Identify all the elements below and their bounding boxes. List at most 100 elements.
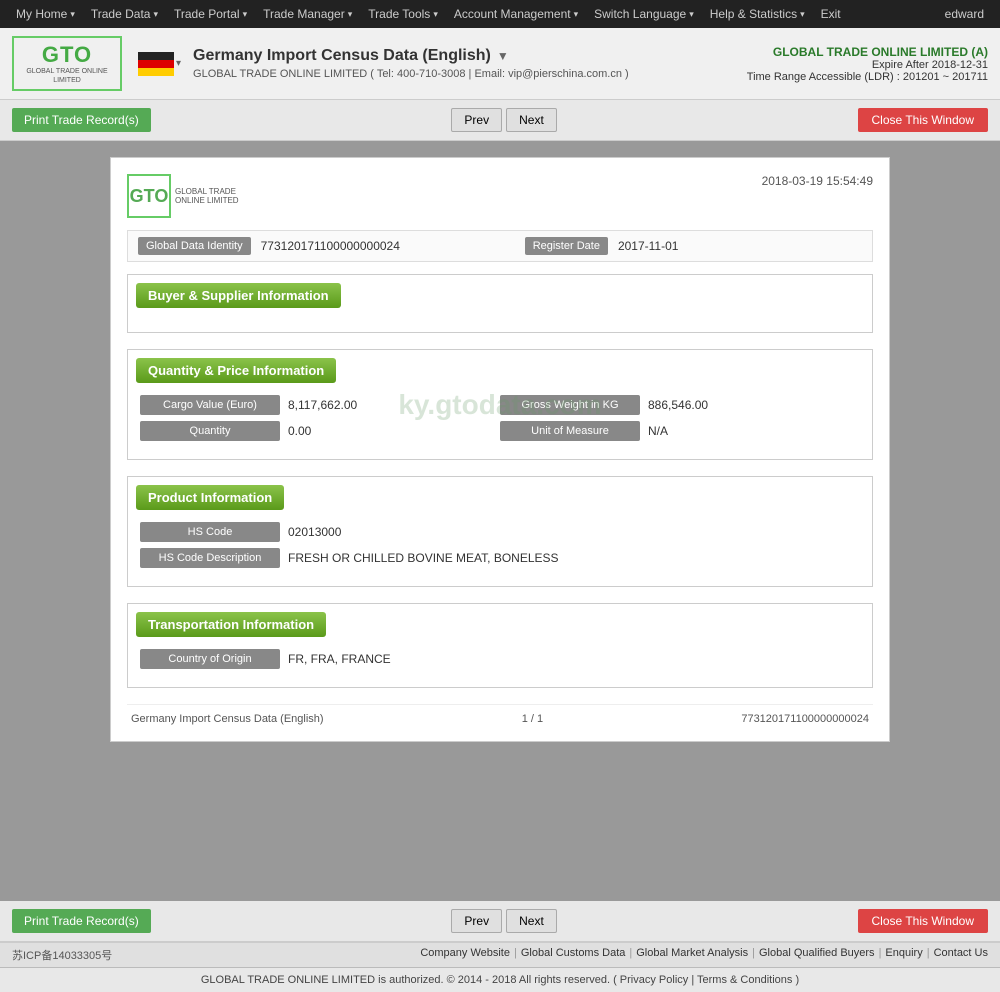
chevron-down-icon: ▾ [574, 9, 579, 20]
nav-trade-manager[interactable]: Trade Manager ▾ [255, 0, 360, 28]
close-button-top[interactable]: Close This Window [858, 108, 988, 132]
country-origin-field-row: Country of Origin FR, FRA, FRANCE [140, 649, 860, 669]
card-logo-subtitle: GLOBAL TRADEONLINE LIMITED [175, 187, 239, 205]
country-origin-label: Country of Origin [140, 649, 280, 669]
next-button-bottom[interactable]: Next [506, 909, 557, 933]
next-button-top[interactable]: Next [506, 108, 557, 132]
quantity-price-header: Quantity & Price Information [136, 358, 336, 383]
country-origin-value: FR, FRA, FRANCE [288, 652, 860, 666]
hs-code-desc-field-row: HS Code Description FRESH OR CHILLED BOV… [140, 548, 860, 568]
logo-text: GTO [42, 42, 92, 68]
top-navigation: My Home ▾ Trade Data ▾ Trade Portal ▾ Tr… [0, 0, 1000, 28]
company-logo: GTO GLOBAL TRADE ONLINE LIMITED [12, 36, 122, 91]
buyer-supplier-content [128, 316, 872, 332]
quantity-value: 0.00 [288, 424, 500, 438]
product-content: HS Code 02013000 HS Code Description FRE… [128, 518, 872, 586]
company-name: GLOBAL TRADE ONLINE LIMITED (A) [747, 45, 988, 59]
register-date-value: 2017-11-01 [618, 239, 862, 253]
germany-flag [138, 52, 174, 76]
nav-account-management[interactable]: Account Management ▾ [446, 0, 586, 28]
header-bar: GTO GLOBAL TRADE ONLINE LIMITED ▾ German… [0, 28, 1000, 100]
global-data-identity-value: 773120171100000000024 [261, 239, 505, 253]
footer-link-company[interactable]: Company Website [420, 947, 510, 960]
close-button-bottom[interactable]: Close This Window [858, 909, 988, 933]
global-data-identity-label: Global Data Identity [138, 237, 251, 255]
pagination-buttons-bottom: Prev Next [451, 909, 556, 933]
header-title-area: Germany Import Census Data (English) ▼ G… [193, 47, 747, 80]
user-account: edward [937, 7, 992, 21]
nav-trade-tools[interactable]: Trade Tools ▾ [360, 0, 446, 28]
hs-code-value: 02013000 [288, 525, 860, 539]
footer-left: Germany Import Census Data (English) [131, 713, 324, 725]
print-button-top[interactable]: Print Trade Record(s) [12, 108, 151, 132]
unit-of-measure-field: Unit of Measure N/A [500, 421, 860, 441]
record-card: GTO GLOBAL TRADEONLINE LIMITED 2018-03-1… [110, 157, 890, 742]
header-right-info: GLOBAL TRADE ONLINE LIMITED (A) Expire A… [747, 45, 988, 83]
footer-link-market[interactable]: Global Market Analysis [636, 947, 748, 960]
unit-of-measure-value: N/A [648, 424, 860, 438]
hs-code-field-row: HS Code 02013000 [140, 522, 860, 542]
time-range: Time Range Accessible (LDR) : 201201 ~ 2… [747, 71, 988, 83]
logo-subtitle: GLOBAL TRADE ONLINE LIMITED [20, 68, 114, 85]
card-logo: GTO GLOBAL TRADEONLINE LIMITED [127, 174, 239, 218]
gross-weight-value: 886,546.00 [648, 398, 860, 412]
record-timestamp: 2018-03-19 15:54:49 [762, 174, 873, 188]
product-section: Product Information HS Code 02013000 HS … [127, 476, 873, 587]
title-dropdown-icon[interactable]: ▼ [497, 49, 509, 63]
nav-help-statistics[interactable]: Help & Statistics ▾ [702, 0, 813, 28]
quantity-field: Quantity 0.00 [140, 421, 500, 441]
card-header: GTO GLOBAL TRADEONLINE LIMITED 2018-03-1… [127, 174, 873, 218]
cargo-value-field: Cargo Value (Euro) 8,117,662.00 [140, 395, 500, 415]
hs-code-label: HS Code [140, 522, 280, 542]
expire-date: Expire After 2018-12-31 [747, 59, 988, 71]
hs-code-desc-value: FRESH OR CHILLED BOVINE MEAT, BONELESS [288, 551, 860, 565]
main-content: GTO GLOBAL TRADEONLINE LIMITED 2018-03-1… [0, 141, 1000, 901]
footer-link-contact[interactable]: Contact Us [934, 947, 988, 960]
bottom-action-bar: Print Trade Record(s) Prev Next Close Th… [0, 901, 1000, 942]
nav-exit[interactable]: Exit [813, 0, 849, 28]
field-row-quantity: Quantity 0.00 Unit of Measure N/A [140, 421, 860, 441]
icp-number: 苏ICP备14033305号 [12, 947, 112, 963]
buyer-supplier-header: Buyer & Supplier Information [136, 283, 341, 308]
card-footer: Germany Import Census Data (English) 1 /… [127, 704, 873, 725]
chevron-down-icon: ▾ [800, 9, 805, 20]
footer-right: 773120171100000000024 [741, 713, 869, 725]
quantity-price-section: ky.gtodata.com Quantity & Price Informat… [127, 349, 873, 460]
gross-weight-field: Gross Weight in KG 886,546.00 [500, 395, 860, 415]
quantity-label: Quantity [140, 421, 280, 441]
footer-link-customs[interactable]: Global Customs Data [521, 947, 626, 960]
buyer-supplier-section: Buyer & Supplier Information [127, 274, 873, 333]
chevron-down-icon: ▾ [348, 9, 353, 20]
nav-my-home[interactable]: My Home ▾ [8, 0, 83, 28]
nav-trade-data[interactable]: Trade Data ▾ [83, 0, 166, 28]
icp-bar: 苏ICP备14033305号 Company Website | Global … [0, 942, 1000, 967]
footer-copyright: GLOBAL TRADE ONLINE LIMITED is authorize… [12, 974, 988, 986]
field-row-cargo: Cargo Value (Euro) 8,117,662.00 Gross We… [140, 395, 860, 415]
footer-links: Company Website | Global Customs Data | … [420, 947, 988, 960]
flag-selector[interactable]: ▾ [138, 52, 181, 76]
footer-link-enquiry[interactable]: Enquiry [885, 947, 922, 960]
chevron-down-icon: ▾ [243, 9, 248, 20]
page-title: Germany Import Census Data (English) ▼ [193, 47, 747, 65]
nav-trade-portal[interactable]: Trade Portal ▾ [166, 0, 255, 28]
transportation-section: Transportation Information Country of Or… [127, 603, 873, 688]
chevron-down-icon: ▾ [70, 9, 75, 20]
logo-area: GTO GLOBAL TRADE ONLINE LIMITED [12, 36, 122, 91]
prev-button-top[interactable]: Prev [451, 108, 502, 132]
nav-switch-language[interactable]: Switch Language ▾ [586, 0, 702, 28]
page-footer: GLOBAL TRADE ONLINE LIMITED is authorize… [0, 967, 1000, 992]
header-subtitle: GLOBAL TRADE ONLINE LIMITED ( Tel: 400-7… [193, 68, 747, 80]
transportation-header: Transportation Information [136, 612, 326, 637]
footer-center: 1 / 1 [522, 713, 543, 725]
gross-weight-label: Gross Weight in KG [500, 395, 640, 415]
print-button-bottom[interactable]: Print Trade Record(s) [12, 909, 151, 933]
prev-button-bottom[interactable]: Prev [451, 909, 502, 933]
cargo-value-label: Cargo Value (Euro) [140, 395, 280, 415]
hs-code-desc-label: HS Code Description [140, 548, 280, 568]
product-header: Product Information [136, 485, 284, 510]
chevron-down-icon: ▾ [433, 9, 438, 20]
transportation-content: Country of Origin FR, FRA, FRANCE [128, 645, 872, 687]
top-action-bar: Print Trade Record(s) Prev Next Close Th… [0, 100, 1000, 141]
footer-link-buyers[interactable]: Global Qualified Buyers [759, 947, 875, 960]
card-logo-text: GTO [130, 186, 169, 207]
